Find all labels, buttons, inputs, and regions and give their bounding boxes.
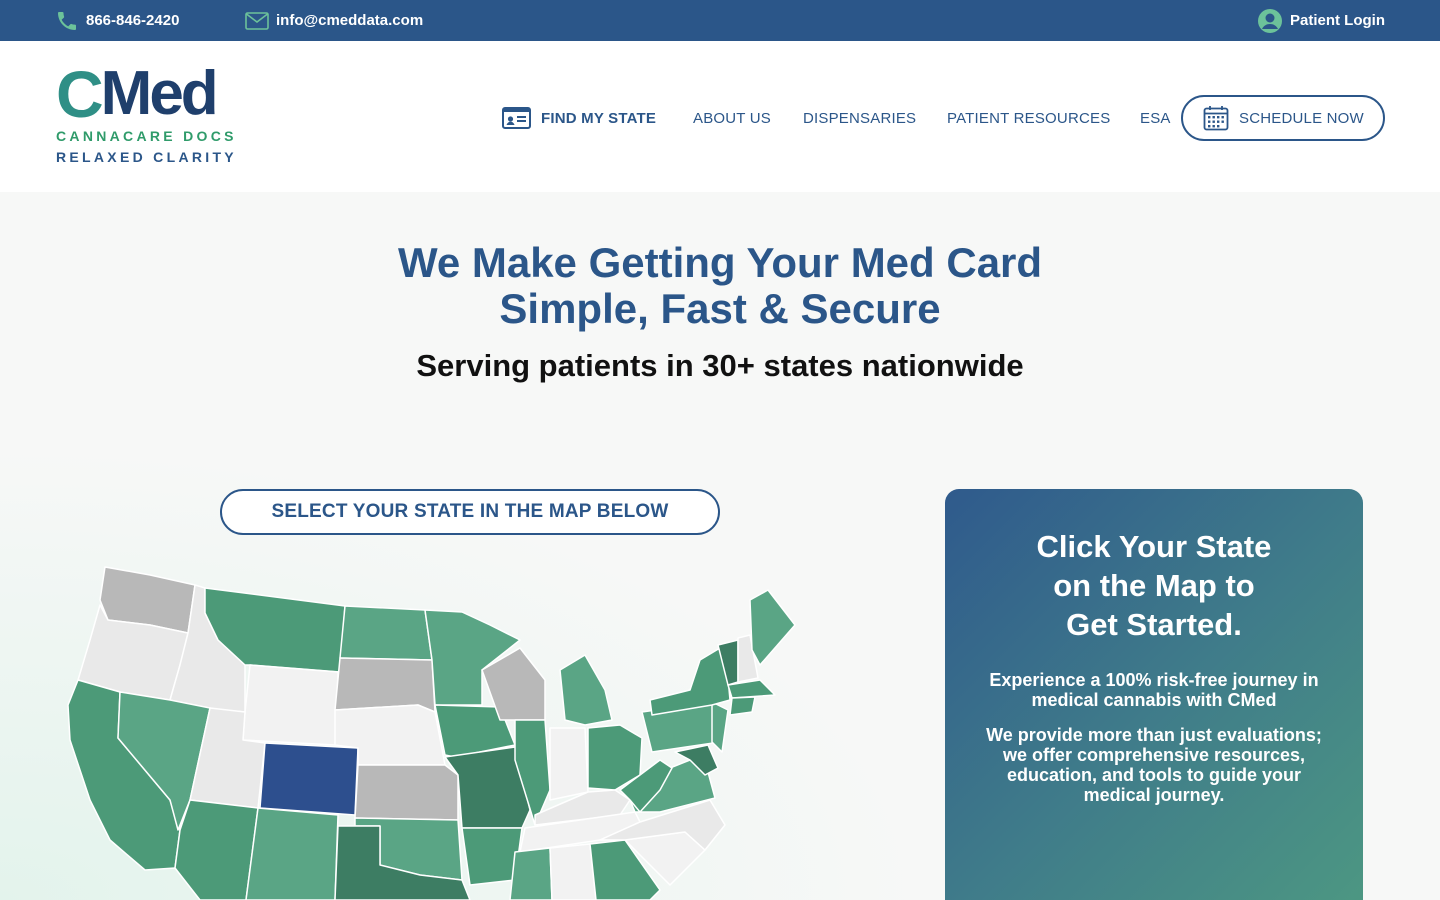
user-circle-icon	[1258, 8, 1282, 33]
logo-tagline-2: RELAXED CLARITY	[56, 149, 237, 165]
hero-headline: We Make Getting Your Med Card Simple, Fa…	[0, 240, 1440, 332]
nav-esa[interactable]: ESA	[1140, 95, 1171, 141]
state-michigan[interactable]	[559, 654, 613, 726]
nav-dispensaries[interactable]: DISPENSARIES	[803, 95, 916, 141]
nav-find-my-state-label: FIND MY STATE	[541, 109, 657, 127]
state-connecticut[interactable]	[729, 696, 756, 716]
envelope-icon	[245, 11, 269, 30]
nav-find-my-state[interactable]: FIND MY STATE	[502, 95, 656, 141]
patient-login-label: Patient Login	[1290, 12, 1385, 29]
nav-patient-resources[interactable]: PATIENT RESOURCES	[947, 95, 1110, 141]
us-state-map	[67, 566, 796, 900]
hero-headline-line2: Simple, Fast & Secure	[499, 285, 941, 332]
state-south-dakota[interactable]	[334, 657, 436, 713]
top-bar: 866-846-2420 info@cmeddata.com Patient L…	[0, 0, 1440, 41]
id-card-icon	[502, 107, 531, 129]
card-title: Click Your State on the Map to Get Start…	[1036, 529, 1272, 642]
phone-number: 866-846-2420	[86, 12, 180, 29]
hero-subheadline: Serving patients in 30+ states nationwid…	[416, 348, 1024, 383]
schedule-now-button[interactable]: SCHEDULE NOW	[1181, 95, 1385, 141]
state-alabama[interactable]	[549, 843, 597, 900]
state-mississippi[interactable]	[509, 847, 553, 900]
phone-link[interactable]: 866-846-2420	[55, 0, 179, 41]
state-kansas[interactable]	[354, 764, 459, 821]
state-new-jersey[interactable]	[711, 701, 729, 753]
state-new-mexico[interactable]	[245, 807, 339, 900]
main-nav: FIND MY STATE ABOUT US DISPENSARIES PATI…	[0, 95, 1440, 141]
card-paragraph-2: We provide more than just evaluations; w…	[986, 725, 1322, 805]
state-colorado[interactable]	[259, 742, 359, 816]
nav-about-us[interactable]: ABOUT US	[693, 95, 771, 141]
state-wyoming[interactable]	[242, 664, 339, 746]
schedule-now-label: SCHEDULE NOW	[1239, 109, 1364, 127]
state-arizona[interactable]	[174, 799, 259, 900]
site-header: C Med CANNACARE DOCS RELAXED CLARITY FIND…	[0, 41, 1440, 192]
card-paragraph-1: Experience a 100% risk-free journey in m…	[989, 670, 1319, 710]
phone-icon	[58, 11, 76, 30]
patient-login-link[interactable]: Patient Login	[1257, 0, 1385, 41]
state-north-dakota[interactable]	[339, 605, 433, 661]
email-address: info@cmeddata.com	[276, 12, 424, 29]
select-state-button[interactable]: SELECT YOUR STATE IN THE MAP BELOW	[220, 489, 720, 535]
state-maine[interactable]	[749, 589, 796, 666]
hero-headline-line1: We Make Getting Your Med Card	[397, 239, 1043, 286]
state-indiana[interactable]	[549, 727, 589, 801]
email-link[interactable]: info@cmeddata.com	[245, 0, 423, 41]
get-started-card: Click Your State on the Map to Get Start…	[945, 489, 1363, 900]
calendar-icon	[1203, 106, 1229, 131]
